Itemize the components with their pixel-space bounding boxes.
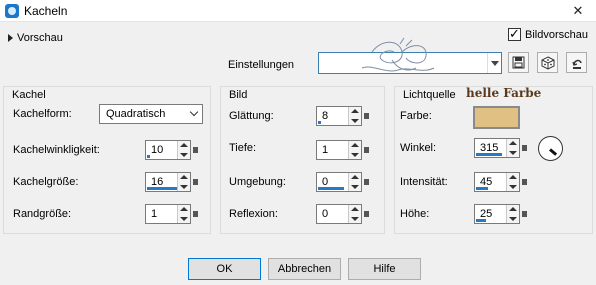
- tile-angle-stepper[interactable]: 10: [145, 140, 198, 160]
- image-preview-checkbox[interactable]: ✓ Bildvorschau: [508, 26, 588, 41]
- tile-size-level-bar: [147, 187, 177, 190]
- randomize-button[interactable]: [537, 52, 558, 73]
- ambient-label: Umgebung:: [229, 176, 286, 188]
- light-color-swatch[interactable]: [473, 106, 520, 129]
- pin-icon: [364, 179, 369, 185]
- light-angle-label: Winkel:: [400, 142, 437, 154]
- save-icon: [512, 56, 525, 69]
- spin-arrows-icon[interactable]: [506, 173, 519, 191]
- spin-arrows-icon[interactable]: [348, 141, 361, 159]
- tile-shape-select[interactable]: Quadratisch: [99, 104, 203, 124]
- reflection-label: Reflexion:: [229, 208, 278, 220]
- chevron-down-icon[interactable]: [487, 53, 501, 73]
- reflection-stepper[interactable]: 0: [316, 204, 369, 224]
- color-note: helle Farbe: [466, 86, 542, 100]
- light-angle-level-bar: [476, 153, 502, 156]
- window-title: Kacheln: [24, 4, 68, 18]
- preview-toggle[interactable]: Vorschau: [8, 32, 63, 44]
- smoothing-level-bar: [318, 121, 321, 124]
- depth-stepper[interactable]: 1: [316, 140, 369, 160]
- close-button[interactable]: ✕: [560, 0, 596, 22]
- light-angle-dial[interactable]: [538, 136, 563, 161]
- settings-label: Einstellungen: [228, 59, 295, 71]
- pin-icon: [193, 211, 198, 217]
- light-angle-stepper[interactable]: 315: [474, 138, 527, 158]
- pin-icon: [522, 211, 527, 217]
- pin-icon: [364, 147, 369, 153]
- border-size-label: Randgröße:: [13, 208, 72, 220]
- spin-arrows-icon[interactable]: [506, 205, 519, 223]
- tile-shape-label: Kachelform:: [13, 108, 72, 120]
- preview-toggle-label: Vorschau: [17, 32, 63, 44]
- chevron-down-icon: [189, 107, 199, 117]
- ambient-stepper[interactable]: 0: [316, 172, 369, 192]
- save-preset-button[interactable]: [508, 52, 529, 73]
- pin-icon: [193, 147, 198, 153]
- spin-arrows-icon[interactable]: [348, 107, 361, 125]
- ok-button[interactable]: OK: [188, 258, 261, 280]
- tile-angle-value: 10: [151, 144, 164, 156]
- spin-arrows-icon[interactable]: [506, 139, 519, 157]
- image-group-title: Bild: [229, 89, 248, 101]
- spin-arrows-icon[interactable]: [348, 205, 361, 223]
- tile-angle-level-bar: [147, 155, 150, 158]
- height-level-bar: [476, 219, 486, 222]
- help-button[interactable]: Hilfe: [348, 258, 421, 280]
- spin-arrows-icon[interactable]: [177, 205, 190, 223]
- pin-icon: [193, 179, 198, 185]
- light-source-group-title: Lichtquelle: [403, 89, 456, 101]
- dice-icon: [541, 55, 554, 70]
- height-label: Höhe:: [400, 208, 430, 220]
- intensity-stepper[interactable]: 45: [474, 172, 527, 192]
- light-color-label: Farbe:: [400, 110, 432, 122]
- reset-icon: [571, 59, 582, 69]
- intensity-level-bar: [476, 187, 488, 190]
- border-size-stepper[interactable]: 1: [145, 204, 198, 224]
- pin-icon: [522, 179, 527, 185]
- expand-triangle-icon: [8, 34, 13, 42]
- smoothing-value: 8: [322, 110, 329, 122]
- ambient-level-bar: [318, 187, 344, 190]
- pin-icon: [364, 113, 369, 119]
- checkbox-box[interactable]: ✓: [508, 26, 522, 41]
- checkmark-icon: ✓: [509, 26, 520, 41]
- cancel-button[interactable]: Abbrechen: [268, 258, 341, 280]
- tile-size-stepper[interactable]: 16: [145, 172, 198, 192]
- reset-button[interactable]: [566, 52, 587, 73]
- depth-value: 1: [322, 144, 329, 156]
- depth-label: Tiefe:: [229, 142, 257, 154]
- intensity-label: Intensität:: [400, 176, 448, 188]
- pin-icon: [522, 145, 527, 151]
- tile-group-title: Kachel: [12, 89, 46, 101]
- tile-shape-value: Quadratisch: [106, 108, 166, 120]
- border-size-value: 1: [151, 208, 158, 220]
- tile-size-label: Kachelgröße:: [13, 176, 79, 188]
- watermark-signature: [361, 37, 435, 72]
- pin-icon: [364, 211, 369, 217]
- spin-arrows-icon[interactable]: [177, 173, 190, 191]
- image-preview-label: Bildvorschau: [525, 28, 588, 41]
- smoothing-stepper[interactable]: 8: [316, 106, 369, 126]
- tile-angle-label: Kachelwinkligkeit:: [13, 144, 100, 156]
- spin-arrows-icon[interactable]: [348, 173, 361, 191]
- spin-arrows-icon[interactable]: [177, 141, 190, 159]
- height-stepper[interactable]: 25: [474, 204, 527, 224]
- reflection-value: 0: [322, 208, 329, 220]
- title-bar: Kacheln ✕: [0, 0, 596, 22]
- smoothing-label: Glättung:: [229, 110, 274, 122]
- app-icon: [5, 4, 19, 18]
